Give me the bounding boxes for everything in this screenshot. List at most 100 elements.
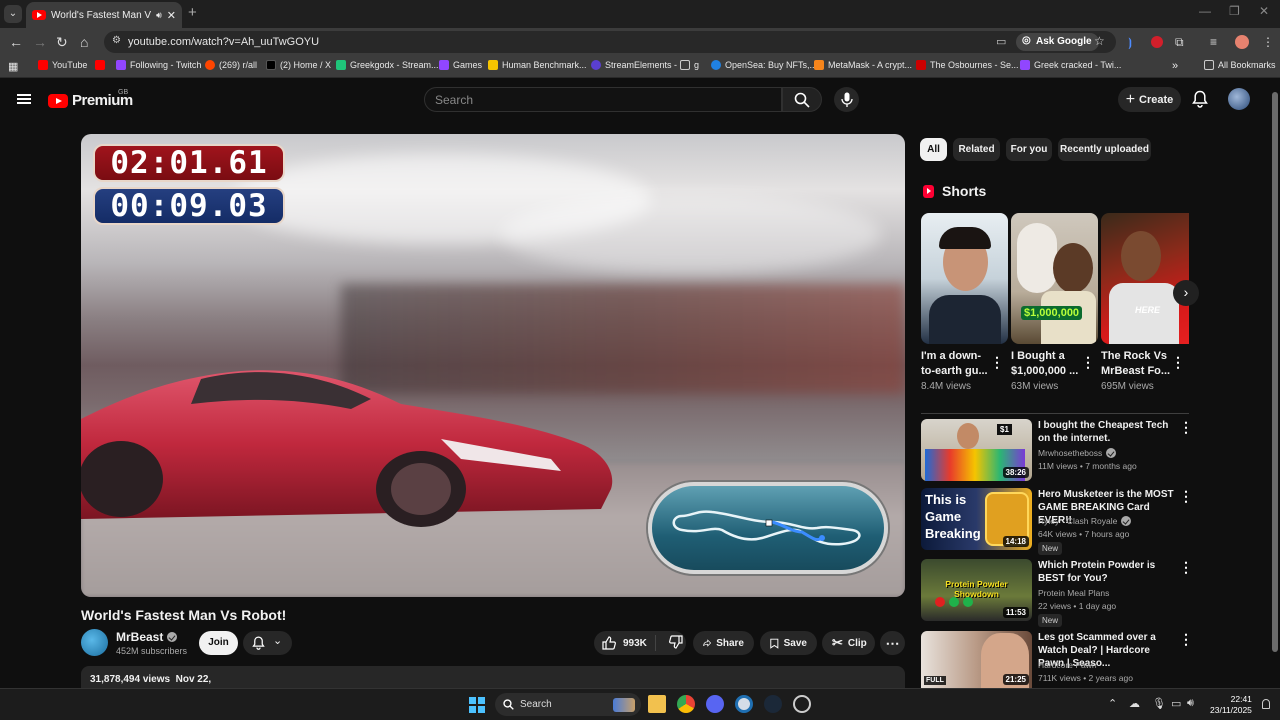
bookmark-twitch-following[interactable]: Following - Twitch xyxy=(116,60,201,70)
clip-button[interactable]: ✂ Clip xyxy=(822,631,875,655)
related-thumbnail[interactable]: FULL 21:25 xyxy=(921,631,1032,688)
apps-grid-icon[interactable]: ▦ xyxy=(8,60,18,73)
browser-tab-active[interactable]: World's Fastest Man Vs Robo 🔊︎ ✕ xyxy=(26,2,182,28)
related-menu-icon[interactable]: ⋮ xyxy=(1179,488,1193,505)
bookmark-star-icon[interactable]: ☆ xyxy=(1094,34,1105,48)
bookmark-greek-cracked[interactable]: Greek cracked - Twi... xyxy=(1020,60,1121,70)
bookmark-opensea[interactable]: OpenSea: Buy NFTs,... xyxy=(711,60,817,70)
like-button[interactable]: 993K xyxy=(594,635,656,651)
chip-for-you[interactable]: For you xyxy=(1006,138,1052,161)
taskbar-search[interactable]: Search xyxy=(495,693,641,716)
bookmarks-overflow-icon[interactable]: » xyxy=(1172,60,1178,72)
page-scrollbar[interactable] xyxy=(1270,80,1280,688)
related-channel[interactable]: Ryley - Clash Royale xyxy=(1038,516,1132,526)
steam-icon[interactable] xyxy=(764,695,782,713)
guide-menu-icon[interactable] xyxy=(17,94,31,104)
description-box[interactable]: 31,878,494 views Nov 22, xyxy=(81,666,905,690)
subscription-bell-button[interactable]: ⌄ xyxy=(243,631,292,655)
voice-search-button[interactable] xyxy=(834,87,859,112)
url-text[interactable]: youtube.com/watch?v=Ah_uuTwGOYU xyxy=(128,36,319,48)
join-button[interactable]: Join xyxy=(199,631,238,655)
chip-all[interactable]: All xyxy=(920,138,947,161)
bookmark-metamask[interactable]: MetaMask - A crypt... xyxy=(814,60,912,70)
chip-related[interactable]: Related xyxy=(953,138,1000,161)
search-box[interactable] xyxy=(424,87,782,112)
site-info-icon[interactable]: ⚙ xyxy=(112,35,121,46)
extension-wave-icon[interactable]: ⦘ xyxy=(1128,33,1132,51)
file-explorer-icon[interactable] xyxy=(648,695,666,713)
address-bar[interactable]: ⚙ youtube.com/watch?v=Ah_uuTwGOYU ▭ ◎ As… xyxy=(104,31,1116,53)
channel-name-link[interactable]: MrBeast xyxy=(116,630,178,644)
notifications-bell-icon[interactable] xyxy=(1192,90,1208,108)
search-input[interactable] xyxy=(425,88,781,112)
short-menu-icon[interactable]: ⋮ xyxy=(990,354,1004,371)
reload-button[interactable]: ↻ xyxy=(56,33,68,51)
short-title[interactable]: The Rock Vs MrBeast Fo... xyxy=(1101,349,1173,379)
scrollbar-thumb[interactable] xyxy=(1272,92,1278,652)
new-tab-button[interactable]: + xyxy=(188,4,197,21)
related-menu-icon[interactable]: ⋮ xyxy=(1179,559,1193,576)
bookmark-reddit[interactable]: (269) r/all xyxy=(205,60,257,70)
profile-avatar[interactable] xyxy=(1235,35,1249,49)
cast-icon[interactable]: ▭ xyxy=(996,35,1006,48)
app-c-icon[interactable] xyxy=(735,695,753,713)
tray-overflow-icon[interactable]: ⌃ xyxy=(1108,697,1117,710)
short-title[interactable]: I'm a down-to-earth gu... xyxy=(921,349,993,379)
related-channel[interactable]: Mrwhosetheboss xyxy=(1038,448,1117,458)
related-thumbnail[interactable]: This is Game Breaking 14:18 xyxy=(921,488,1032,550)
extensions-puzzle-icon[interactable]: ⧉ xyxy=(1175,33,1184,51)
related-channel[interactable]: Protein Meal Plans xyxy=(1038,588,1109,598)
discord-icon[interactable] xyxy=(706,695,724,713)
bookmark-folder-g[interactable]: g xyxy=(680,60,699,70)
short-thumbnail[interactable] xyxy=(921,213,1008,344)
ask-google-button[interactable]: ◎ Ask Google xyxy=(1016,33,1099,51)
related-thumbnail[interactable]: Protein Powder Showdown 11:53 xyxy=(921,559,1032,621)
related-title[interactable]: I bought the Cheapest Tech on the intern… xyxy=(1038,419,1178,445)
notification-bell-icon[interactable] xyxy=(1262,699,1270,709)
tab-close-icon[interactable]: ✕ xyxy=(167,9,176,22)
forward-button[interactable]: → xyxy=(33,33,47,51)
minimize-button[interactable]: — xyxy=(1199,4,1211,18)
chrome-icon[interactable] xyxy=(677,695,695,713)
speaker-icon[interactable]: 🔊︎ xyxy=(156,10,162,21)
video-player[interactable]: 02:01.61 00:09.03 xyxy=(81,134,905,597)
bookmark-greekgodx[interactable]: Greekgodx - Stream... xyxy=(336,60,439,70)
reading-list-icon[interactable]: ≡ xyxy=(1210,33,1217,51)
short-thumbnail[interactable]: HERE xyxy=(1101,213,1189,344)
save-button[interactable]: Save xyxy=(760,631,817,655)
network-icon[interactable]: ▭ xyxy=(1171,697,1181,710)
related-thumbnail[interactable]: $1 38:26 xyxy=(921,419,1032,481)
system-clock[interactable]: 22:41 23/11/2025 xyxy=(1210,694,1252,716)
more-actions-button[interactable]: ⋯ xyxy=(880,631,905,655)
bookmark-streamelements[interactable]: StreamElements - xyxy=(591,60,677,70)
bookmark-youtube-2[interactable] xyxy=(95,60,105,70)
share-button[interactable]: Share xyxy=(693,631,754,655)
create-button[interactable]: + Create xyxy=(1118,87,1181,112)
search-button[interactable] xyxy=(782,87,822,112)
bookmark-games[interactable]: Games xyxy=(439,60,482,70)
app-icon[interactable] xyxy=(793,695,811,713)
back-button[interactable]: ← xyxy=(9,33,23,51)
chip-recently-uploaded[interactable]: Recently uploaded xyxy=(1058,138,1151,161)
bookmark-x[interactable]: (2) Home / X xyxy=(266,60,331,70)
extension-red-icon[interactable] xyxy=(1151,36,1163,48)
related-menu-icon[interactable]: ⋮ xyxy=(1179,419,1193,436)
related-channel[interactable]: Hardcore Pawn xyxy=(1038,660,1097,670)
browser-menu-icon[interactable]: ⋮ xyxy=(1262,33,1274,51)
channel-avatar[interactable] xyxy=(81,629,108,656)
bookmark-human-benchmark[interactable]: Human Benchmark... xyxy=(488,60,587,70)
home-button[interactable]: ⌂ xyxy=(80,33,88,51)
tab-search-button[interactable]: ⌄ xyxy=(4,5,22,23)
shorts-next-button[interactable]: › xyxy=(1173,280,1199,306)
short-thumbnail[interactable]: $1,000,000 xyxy=(1011,213,1098,344)
short-menu-icon[interactable]: ⋮ xyxy=(1171,354,1185,371)
onedrive-icon[interactable]: ☁ xyxy=(1129,697,1140,710)
microphone-tray-icon[interactable]: 🎙︎ xyxy=(1152,697,1166,710)
bookmark-osbournes[interactable]: The Osbournes - Se... xyxy=(916,60,1019,70)
volume-icon[interactable]: 🔊︎ xyxy=(1187,697,1194,710)
related-menu-icon[interactable]: ⋮ xyxy=(1179,631,1193,648)
all-bookmarks-button[interactable]: All Bookmarks xyxy=(1204,60,1276,70)
short-title[interactable]: I Bought a $1,000,000 ... xyxy=(1011,349,1083,379)
maximize-button[interactable]: ❐ xyxy=(1229,4,1240,18)
dislike-button[interactable] xyxy=(661,634,683,652)
